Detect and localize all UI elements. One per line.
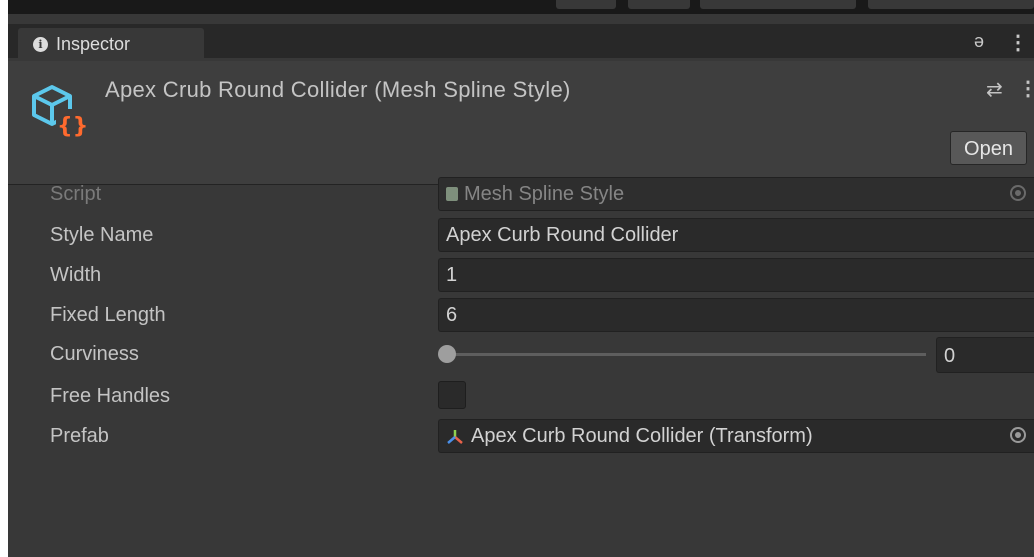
toolbar-dropdown[interactable] [868,0,1034,9]
svg-text:{}: {} [57,114,88,139]
property-row-fixed-length: Fixed Length 6 [8,298,1034,334]
curviness-input[interactable]: 0 [936,337,1034,373]
open-button[interactable]: Open [950,131,1027,165]
object-picker-icon [1010,185,1026,201]
property-label: Curviness [50,343,139,365]
property-label: Width [50,264,102,286]
width-input[interactable]: 1 [438,258,1034,292]
object-picker-icon[interactable] [1010,427,1026,443]
property-row-script: Script Mesh Spline Style [8,177,1034,213]
property-label: Prefab [50,425,109,447]
style-name-input[interactable]: Apex Curb Round Collider [438,218,1034,252]
script-value: Mesh Spline Style [446,183,624,206]
fixed-length-value: 6 [446,304,458,326]
prefab-field[interactable]: Apex Curb Round Collider (Transform) [438,419,1034,453]
info-icon: i [33,37,48,52]
inspector-header: {} Apex Crub Round Collider (Mesh Spline… [8,61,1034,184]
script-icon [446,187,458,201]
kebab-menu-icon[interactable]: ⋮ [1008,30,1028,55]
toolbar-dropdown[interactable] [700,0,856,9]
property-row-width: Width 1 [8,258,1034,294]
fixed-length-input[interactable]: 6 [438,298,1034,332]
prefab-value: Apex Curb Round Collider (Transform) [471,425,813,447]
scriptable-object-icon: {} [32,85,88,139]
toolbar-button[interactable] [556,0,616,9]
curviness-slider-thumb[interactable] [438,345,456,363]
property-row-style-name: Style Name Apex Curb Round Collider [8,218,1034,254]
property-row-prefab: Prefab Apex Curb Round Collider (Transfo… [8,419,1034,455]
property-label: Fixed Length [50,304,166,326]
style-name-value: Apex Curb Round Collider [446,224,679,246]
free-handles-checkbox[interactable] [438,381,466,409]
property-label: Style Name [50,224,154,246]
tab-label: Inspector [56,34,131,54]
width-value: 1 [446,264,458,286]
inspector-window: i Inspector ə ⋮ {} Apex Crub Round Colli… [8,14,1034,557]
context-menu-icon[interactable]: ⋮ [1018,76,1034,101]
tab-inspector[interactable]: i Inspector [18,28,204,61]
editor-top-strip [0,0,1034,14]
preset-settings-icon[interactable]: ⇄ [986,77,1003,102]
editor-toolbar-background [8,0,1034,14]
property-label: Script [50,183,102,205]
transform-icon [447,430,463,444]
lock-icon[interactable]: ə [974,31,984,52]
property-row-curviness: Curviness 0 [8,337,1034,373]
toolbar-button[interactable] [628,0,690,9]
asset-title: Apex Crub Round Collider (Mesh Spline St… [105,77,571,102]
property-label: Free Handles [50,385,171,407]
property-row-free-handles: Free Handles [8,379,1034,415]
curviness-value: 0 [944,345,956,367]
curviness-slider-track[interactable] [448,353,926,356]
script-field: Mesh Spline Style [438,177,1034,211]
